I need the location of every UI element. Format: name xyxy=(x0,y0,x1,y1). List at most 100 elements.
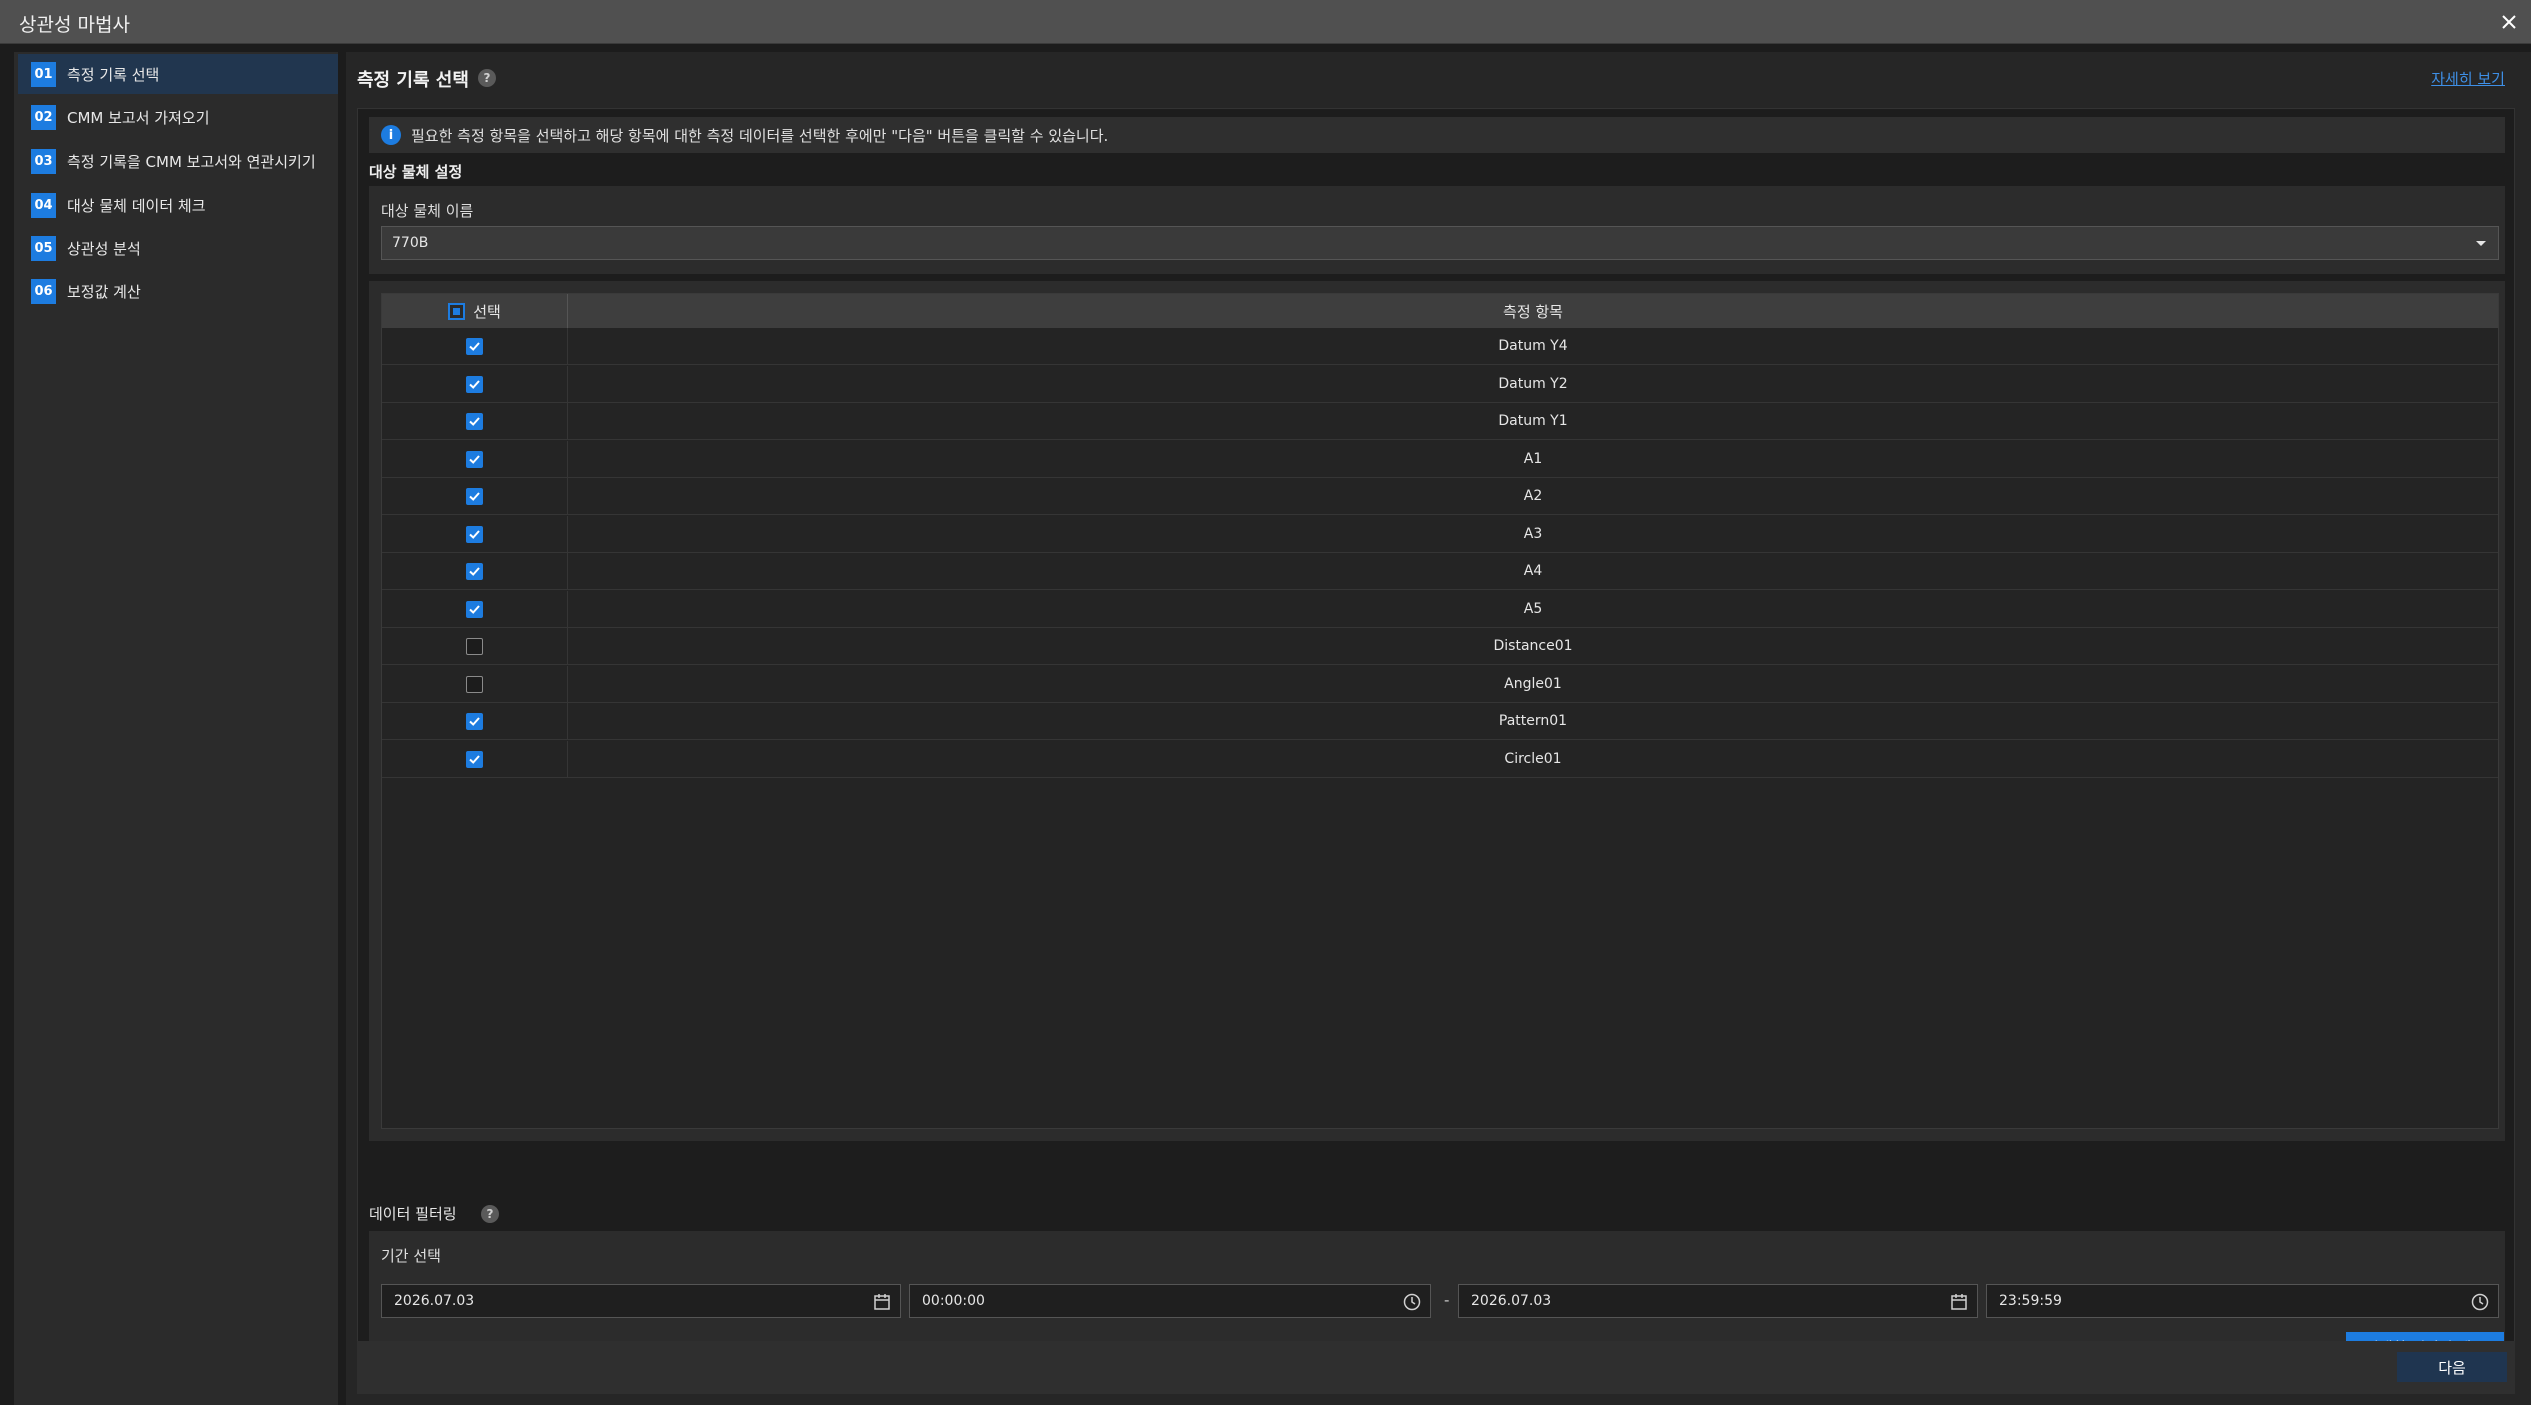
step-label: 측정 기록 선택 xyxy=(67,65,160,84)
row-checkbox[interactable] xyxy=(466,338,483,355)
row-item-label: A4 xyxy=(1523,563,1543,579)
info-banner: i 필요한 측정 항목을 선택하고 해당 항목에 대한 측정 데이터를 선택한 … xyxy=(369,117,2505,153)
row-checkbox[interactable] xyxy=(466,375,483,393)
target-settings-panel: 대상 물체 이름 770B xyxy=(369,186,2505,274)
target-name-value: 770B xyxy=(392,235,429,251)
end-time-field[interactable]: 23:59:59 xyxy=(1986,1284,2499,1318)
help-icon[interactable]: ? xyxy=(478,69,496,87)
row-item-label: Angle01 xyxy=(1504,675,1562,692)
table-row[interactable]: Angle01 xyxy=(382,665,2498,703)
checkmark-icon xyxy=(469,454,480,464)
checkmark-icon xyxy=(469,342,480,351)
step-item-correlation-analysis[interactable]: 05 상관성 분석 xyxy=(18,228,338,268)
step-item-compensation-calc[interactable]: 06 보정값 계산 xyxy=(18,271,338,311)
row-select-cell xyxy=(382,553,568,590)
row-select-cell xyxy=(382,440,568,478)
chevron-down-icon xyxy=(2476,241,2486,246)
target-name-label: 대상 물체 이름 xyxy=(381,202,474,220)
start-time-field[interactable]: 00:00:00 xyxy=(909,1284,1431,1318)
next-button[interactable]: 다음 xyxy=(2397,1352,2507,1382)
target-section-label: 대상 물체 설정 xyxy=(369,163,463,181)
row-select-cell xyxy=(382,515,568,553)
table-row[interactable]: A1 xyxy=(382,440,2498,478)
checkmark-icon xyxy=(469,529,480,539)
row-select-cell xyxy=(382,403,568,440)
row-checkbox[interactable] xyxy=(466,713,483,730)
row-select-cell xyxy=(382,590,568,628)
detail-link[interactable]: 자세히 보기 xyxy=(2431,68,2505,89)
row-select-cell xyxy=(382,478,568,515)
step-number-badge: 05 xyxy=(31,235,56,261)
row-checkbox[interactable] xyxy=(466,525,483,543)
row-checkbox[interactable] xyxy=(466,563,483,580)
clock-icon[interactable] xyxy=(2470,1292,2490,1312)
window-titlebar: 상관성 마법사 xyxy=(0,0,2531,44)
measurement-table-panel: 선택 측정 항목 Datum Y4 Datum Y2 Datum Y1 A1 A2 A3 A… xyxy=(369,281,2505,1141)
target-name-dropdown[interactable]: 770B xyxy=(381,226,2499,260)
checkmark-icon xyxy=(469,379,480,389)
calendar-icon[interactable] xyxy=(872,1292,892,1312)
calendar-icon[interactable] xyxy=(1949,1292,1969,1312)
step-number-badge: 04 xyxy=(31,192,56,218)
table-row[interactable]: Datum Y2 xyxy=(382,365,2498,403)
row-item-label: Datum Y4 xyxy=(1498,338,1568,354)
row-item-label: Datum Y1 xyxy=(1498,413,1568,429)
row-checkbox[interactable] xyxy=(466,750,483,768)
header-item-label: 측정 항목 xyxy=(1503,302,1563,321)
row-item-label: Pattern01 xyxy=(1498,713,1568,729)
table-row[interactable]: Circle01 xyxy=(382,740,2498,778)
step-number-badge: 02 xyxy=(31,104,56,130)
row-item-label: A2 xyxy=(1523,488,1543,504)
step-label: 대상 물체 데이터 체크 xyxy=(67,196,206,215)
step-item-import-cmm-report[interactable]: 02 CMM 보고서 가져오기 xyxy=(18,97,338,137)
row-checkbox[interactable] xyxy=(466,413,483,430)
end-time-value: 23:59:59 xyxy=(1999,1293,2062,1309)
main-panel: 측정 기록 선택 ? 자세히 보기 i 필요한 측정 항목을 선택하고 해당 항… xyxy=(346,52,2531,1405)
select-all-checkbox[interactable] xyxy=(448,302,466,320)
row-checkbox[interactable] xyxy=(466,638,483,655)
wizard-step-sidebar: 01 측정 기록 선택 02 CMM 보고서 가져오기 03 측정 기록을 CM… xyxy=(14,52,338,1405)
checkmark-icon xyxy=(469,492,480,501)
end-date-field[interactable]: 2026.07.03 xyxy=(1458,1284,1978,1318)
footer-bar xyxy=(357,1341,2515,1394)
row-select-cell xyxy=(382,628,568,665)
step-item-select-records[interactable]: 01 측정 기록 선택 xyxy=(18,54,338,94)
table-row[interactable]: Datum Y4 xyxy=(382,328,2498,365)
row-item-label: A5 xyxy=(1523,600,1543,617)
step-number-badge: 06 xyxy=(31,278,56,304)
row-checkbox[interactable] xyxy=(466,600,483,618)
row-select-cell xyxy=(382,703,568,740)
row-select-cell xyxy=(382,328,568,365)
period-label: 기간 선택 xyxy=(381,1247,441,1265)
step-label: 보정값 계산 xyxy=(67,282,141,301)
filter-title-label: 데이터 필터링 xyxy=(369,1205,457,1223)
header-select-cell: 선택 xyxy=(382,294,568,328)
checkmark-icon xyxy=(469,417,480,426)
table-row[interactable]: A5 xyxy=(382,590,2498,628)
content-box: i 필요한 측정 항목을 선택하고 해당 항목에 대한 측정 데이터를 선택한 … xyxy=(357,108,2515,1380)
page-title: 측정 기록 선택 xyxy=(357,70,469,91)
clock-icon[interactable] xyxy=(1402,1292,1422,1312)
row-item-label: A1 xyxy=(1523,450,1543,467)
row-item-label: Circle01 xyxy=(1504,750,1562,767)
table-row[interactable]: Datum Y1 xyxy=(382,403,2498,440)
table-row[interactable]: A4 xyxy=(382,553,2498,590)
table-row[interactable]: Pattern01 xyxy=(382,703,2498,740)
close-button[interactable] xyxy=(2487,0,2531,44)
checkmark-icon xyxy=(469,717,480,726)
window-title: 상관성 마법사 xyxy=(19,14,130,36)
checkmark-icon xyxy=(469,604,480,614)
step-item-check-target-data[interactable]: 04 대상 물체 데이터 체크 xyxy=(18,185,338,225)
table-header: 선택 측정 항목 xyxy=(382,294,2498,328)
help-icon[interactable]: ? xyxy=(481,1205,499,1223)
table-row[interactable]: A2 xyxy=(382,478,2498,515)
start-date-value: 2026.07.03 xyxy=(394,1293,475,1309)
step-item-link-records[interactable]: 03 측정 기록을 CMM 보고서와 연관시키기 xyxy=(18,141,338,181)
header-select-label: 선택 xyxy=(473,302,501,321)
row-checkbox[interactable] xyxy=(466,450,483,468)
row-checkbox[interactable] xyxy=(466,488,483,505)
table-row[interactable]: Distance01 xyxy=(382,628,2498,665)
row-checkbox[interactable] xyxy=(466,675,483,693)
table-row[interactable]: A3 xyxy=(382,515,2498,553)
start-date-field[interactable]: 2026.07.03 xyxy=(381,1284,901,1318)
